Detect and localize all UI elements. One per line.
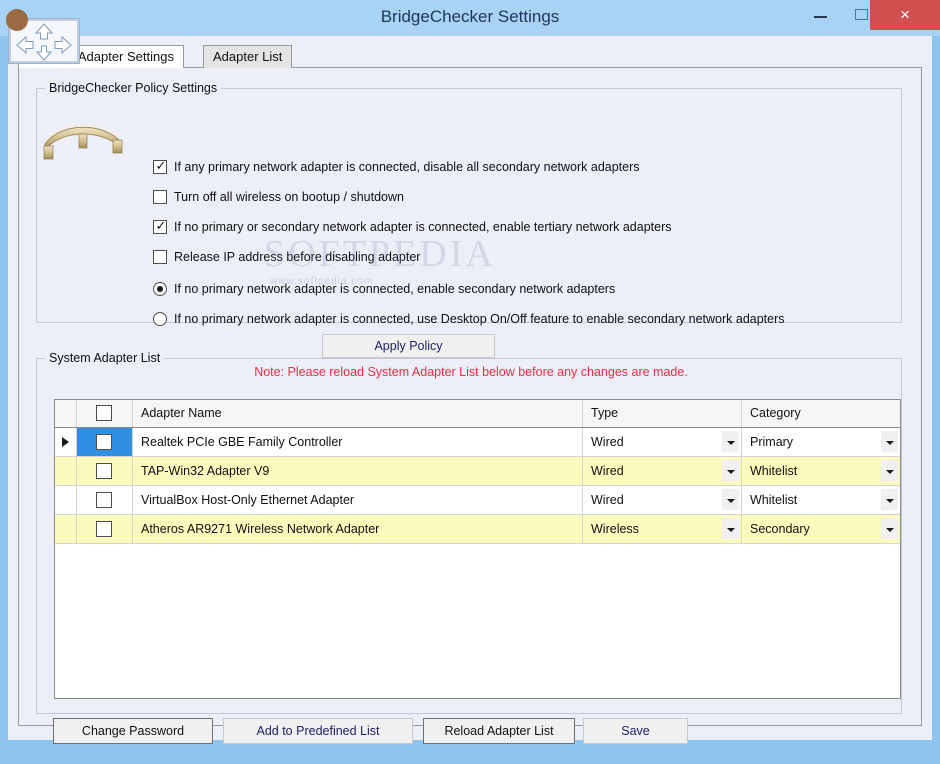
type-dropdown-button[interactable] — [722, 518, 739, 539]
row-select-cell[interactable] — [77, 515, 133, 543]
row-category-value: Secondary — [750, 522, 810, 536]
row-select-cell[interactable] — [77, 486, 133, 514]
check-mark-icon: ✓ — [155, 158, 167, 173]
table-row[interactable]: Realtek PCIe GBE Family Controller Wired… — [55, 428, 900, 457]
chevron-down-icon — [727, 499, 735, 503]
table-row[interactable]: Atheros AR9271 Wireless Network Adapter … — [55, 515, 900, 544]
row-checkbox[interactable] — [96, 492, 112, 508]
row-type-combo[interactable]: Wired — [583, 457, 742, 485]
header-type[interactable]: Type — [583, 400, 742, 427]
row-type-value: Wired — [591, 493, 624, 507]
row-indicator-cell — [55, 428, 77, 456]
row-category-value: Whitelist — [750, 464, 798, 478]
reload-adapter-list-button[interactable]: Reload Adapter List — [423, 718, 575, 744]
header-category[interactable]: Category — [742, 400, 900, 427]
save-button[interactable]: Save — [583, 718, 688, 744]
row-type-combo[interactable]: Wired — [583, 428, 742, 456]
maximize-icon — [855, 9, 868, 20]
row-type-value: Wireless — [591, 522, 639, 536]
checkbox-label-disable-secondary: If any primary network adapter is connec… — [174, 160, 640, 174]
header-indicator-cell — [55, 400, 77, 427]
category-dropdown-button[interactable] — [881, 460, 898, 481]
app-window: BridgeChecker Settings × Policy & Adapte… — [0, 0, 940, 764]
checkbox-label-release-ip: Release IP address before disabling adap… — [174, 250, 421, 264]
title-bar: BridgeChecker Settings × — [0, 0, 940, 36]
radio-dot-icon — [157, 286, 163, 292]
row-indicator-cell — [55, 486, 77, 514]
header-select-all-cell[interactable] — [77, 400, 133, 427]
select-all-checkbox[interactable] — [96, 405, 112, 421]
row-indicator-cell — [55, 457, 77, 485]
chevron-down-icon — [727, 470, 735, 474]
checkbox-release-ip[interactable] — [153, 250, 167, 264]
chevron-down-icon — [886, 441, 894, 445]
radio-label-desktop-onoff: If no primary network adapter is connect… — [174, 312, 785, 326]
checkbox-label-wireless-off: Turn off all wireless on bootup / shutdo… — [174, 190, 404, 204]
client-area: Policy & Adapter Settings Adapter List B… — [8, 36, 932, 744]
row-adapter-name: Realtek PCIe GBE Family Controller — [133, 428, 583, 456]
radio-enable-secondary[interactable] — [153, 282, 167, 296]
row-adapter-name: VirtualBox Host-Only Ethernet Adapter — [133, 486, 583, 514]
current-row-arrow-icon — [62, 437, 69, 447]
close-button[interactable]: × — [870, 0, 940, 30]
table-row[interactable]: VirtualBox Host-Only Ethernet Adapter Wi… — [55, 486, 900, 515]
tab-page: BridgeChecker Policy Settings ✓ If any p… — [18, 67, 922, 744]
bridge-arrows-icon — [6, 9, 80, 64]
radio-desktop-onoff[interactable] — [153, 312, 167, 326]
table-row[interactable]: TAP-Win32 Adapter V9 Wired Whitelist — [55, 457, 900, 486]
change-password-button[interactable]: Change Password — [53, 718, 213, 744]
checkbox-wireless-off[interactable] — [153, 190, 167, 204]
checkbox-label-enable-tertiary: If no primary or secondary network adapt… — [174, 220, 672, 234]
row-checkbox[interactable] — [96, 521, 112, 537]
row-adapter-name: TAP-Win32 Adapter V9 — [133, 457, 583, 485]
row-type-value: Wired — [591, 464, 624, 478]
row-type-value: Wired — [591, 435, 624, 449]
row-category-combo[interactable]: Whitelist — [742, 486, 900, 514]
row-category-combo[interactable]: Secondary — [742, 515, 900, 543]
check-mark-icon: ✓ — [155, 218, 167, 233]
category-dropdown-button[interactable] — [881, 431, 898, 452]
row-select-cell[interactable] — [77, 457, 133, 485]
row-category-value: Primary — [750, 435, 794, 449]
chevron-down-icon — [886, 499, 894, 503]
checkbox-disable-secondary[interactable]: ✓ — [153, 158, 167, 174]
system-adapter-list-group: System Adapter List Adapter Name Type Ca… — [36, 351, 902, 714]
row-type-combo[interactable]: Wireless — [583, 515, 742, 543]
header-adapter-name[interactable]: Adapter Name — [133, 400, 583, 427]
chevron-down-icon — [886, 470, 894, 474]
add-to-predefined-list-button[interactable]: Add to Predefined List — [223, 718, 413, 744]
policy-group-title: BridgeChecker Policy Settings — [45, 81, 222, 95]
category-dropdown-button[interactable] — [881, 489, 898, 510]
bridge-image — [41, 116, 127, 162]
row-select-cell[interactable] — [77, 428, 133, 456]
row-type-combo[interactable]: Wired — [583, 486, 742, 514]
category-dropdown-button[interactable] — [881, 518, 898, 539]
type-dropdown-button[interactable] — [722, 489, 739, 510]
avatar-head-icon — [6, 9, 28, 31]
chevron-down-icon — [886, 528, 894, 532]
chevron-down-icon — [727, 528, 735, 532]
tab-strip: Policy & Adapter Settings Adapter List — [18, 45, 922, 68]
row-indicator-cell — [55, 515, 77, 543]
grid-header-row: Adapter Name Type Category — [55, 400, 900, 428]
minimize-button[interactable] — [800, 0, 844, 30]
row-checkbox[interactable] — [96, 434, 112, 450]
checkbox-enable-tertiary[interactable]: ✓ — [153, 218, 167, 234]
chevron-down-icon — [727, 441, 735, 445]
list-group-title: System Adapter List — [45, 351, 165, 365]
type-dropdown-button[interactable] — [722, 460, 739, 481]
row-category-combo[interactable]: Whitelist — [742, 457, 900, 485]
row-category-combo[interactable]: Primary — [742, 428, 900, 456]
adapter-grid[interactable]: Adapter Name Type Category Realtek PCIe … — [54, 399, 901, 699]
radio-label-enable-secondary: If no primary network adapter is connect… — [174, 282, 616, 296]
type-dropdown-button[interactable] — [722, 431, 739, 452]
close-icon: × — [900, 5, 910, 24]
apply-policy-button[interactable]: Apply Policy — [322, 334, 495, 358]
row-checkbox[interactable] — [96, 463, 112, 479]
row-category-value: Whitelist — [750, 493, 798, 507]
row-adapter-name: Atheros AR9271 Wireless Network Adapter — [133, 515, 583, 543]
window-title: BridgeChecker Settings — [380, 7, 560, 26]
tab-adapter-list[interactable]: Adapter List — [203, 45, 293, 68]
minimize-icon — [814, 16, 827, 18]
